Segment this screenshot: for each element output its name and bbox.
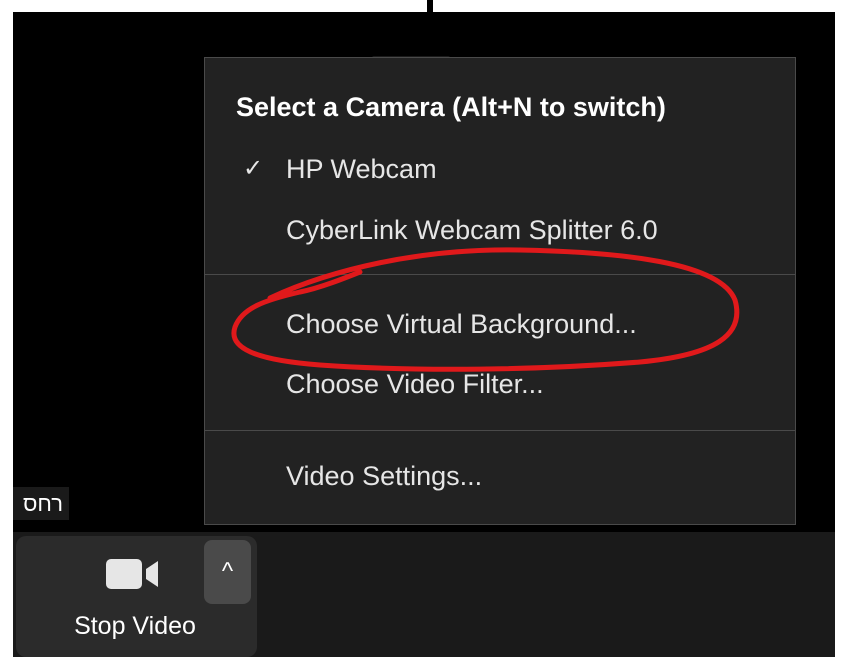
menu-divider [205, 274, 795, 275]
menu-item-video-filter[interactable]: Choose Video Filter... [286, 369, 544, 400]
checkmark-icon: ✓ [243, 155, 264, 182]
menu-item-virtual-background[interactable]: Choose Virtual Background... [286, 309, 637, 340]
menu-item-hp-webcam[interactable]: HP Webcam [286, 154, 437, 185]
top-edge-mark [427, 0, 433, 14]
participant-name-tag: רחס [13, 487, 69, 520]
chevron-up-icon[interactable]: ^ [204, 540, 251, 604]
menu-item-cyberlink-webcam[interactable]: CyberLink Webcam Splitter 6.0 [286, 215, 658, 246]
menu-heading: Select a Camera (Alt+N to switch) [236, 92, 666, 122]
stop-video-label: Stop Video [74, 612, 196, 640]
menu-divider [205, 430, 795, 431]
menu-item-video-settings[interactable]: Video Settings... [286, 461, 482, 492]
video-camera-icon [106, 559, 158, 589]
camera-menu: Select a Camera (Alt+N to switch) ✓ HP W… [204, 57, 796, 525]
edge-artifact [834, 612, 837, 632]
